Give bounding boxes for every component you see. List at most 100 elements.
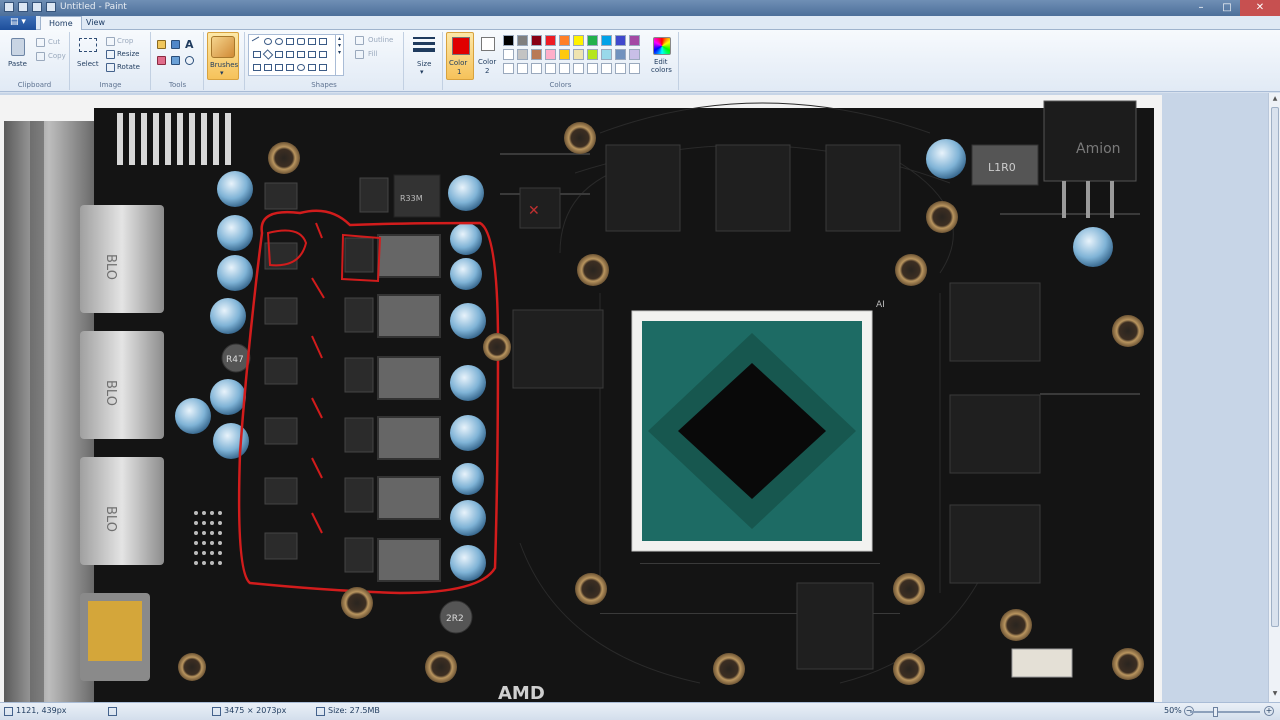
svg-text:BLO: BLO	[103, 506, 118, 532]
shapes-group-label: Shapes	[311, 81, 337, 89]
cut-button[interactable]: Cut	[48, 38, 60, 46]
size-chevron-icon: ▾	[420, 68, 424, 76]
tab-home[interactable]: Home	[40, 16, 82, 30]
minimize-button[interactable]: –	[1188, 0, 1214, 16]
cut-icon[interactable]	[36, 38, 45, 47]
copy-icon[interactable]	[36, 52, 45, 61]
select-button[interactable]: Select	[77, 60, 99, 68]
right-arrow-shape-icon[interactable]	[297, 51, 305, 58]
fill-icon[interactable]	[171, 40, 180, 49]
color-picker-icon[interactable]	[171, 56, 180, 65]
colors-group-label: Colors	[549, 81, 572, 89]
file-size-icon	[316, 707, 325, 716]
image-dimensions-icon	[212, 707, 221, 716]
zoom-in-button[interactable]: +	[1264, 706, 1274, 716]
canvas-area[interactable]: BLO BLO BLO R33M R47 ✕ Amion L1R0 2R2 AM…	[0, 93, 1268, 702]
cloud-callout-shape-icon[interactable]	[297, 64, 305, 71]
crop-icon[interactable]	[106, 37, 115, 46]
select-icon[interactable]	[79, 38, 97, 52]
cursor-position: 1121, 439px	[16, 706, 67, 715]
cursor-position-icon	[4, 707, 13, 716]
vertical-scrollbar[interactable]: ▲ ▼	[1268, 93, 1280, 702]
copy-button[interactable]: Copy	[48, 52, 66, 60]
window-controls: – □ ✕	[1188, 0, 1280, 16]
svg-text:✕: ✕	[528, 203, 540, 219]
magnifier-icon[interactable]	[185, 56, 194, 65]
line-shape-icon[interactable]	[251, 36, 263, 47]
eraser-icon[interactable]	[157, 56, 166, 65]
close-button[interactable]: ✕	[1240, 0, 1280, 16]
rotate-icon[interactable]	[106, 63, 115, 72]
star-shape-icon[interactable]	[264, 64, 272, 71]
quick-access-toolbar	[4, 2, 56, 12]
fill-shape-icon[interactable]	[355, 50, 364, 59]
svg-text:R33M: R33M	[400, 194, 423, 203]
window-title: Untitled - Paint	[60, 2, 127, 12]
rounded-rectangle-shape-icon[interactable]	[297, 38, 305, 45]
triangle-shape-icon[interactable]	[319, 38, 327, 45]
selection-size-icon	[108, 707, 117, 716]
lightning-shape-icon[interactable]	[319, 64, 327, 71]
zoom-level: 50%	[1164, 706, 1182, 715]
displayport-2	[80, 331, 164, 439]
zoom-slider-thumb[interactable]	[1213, 707, 1218, 717]
paste-icon[interactable]	[11, 38, 25, 56]
fill-button[interactable]: Fill	[368, 50, 377, 58]
image-group: Select Crop Resize Rotate Image	[71, 32, 151, 90]
app-icon[interactable]	[4, 2, 14, 12]
down-arrow-shape-icon[interactable]	[253, 64, 261, 71]
crop-button[interactable]: Crop	[117, 37, 133, 45]
pcb-image[interactable]: BLO BLO BLO R33M R47 ✕ Amion L1R0 2R2 AM…	[0, 93, 1268, 702]
displayport-1	[80, 205, 164, 313]
resize-icon[interactable]	[106, 50, 115, 59]
resize-button[interactable]: Resize	[117, 50, 139, 58]
ribbon-tabs: ▤ ▾ Home View	[0, 16, 1280, 30]
svg-text:AI: AI	[876, 300, 885, 310]
callout-shape-icon[interactable]	[286, 64, 294, 71]
tab-view[interactable]: View	[78, 16, 113, 30]
zoom-slider-track[interactable]	[1190, 711, 1260, 713]
svg-text:R47: R47	[226, 355, 244, 365]
polygon-shape-icon[interactable]	[308, 38, 316, 45]
heart-shape-icon[interactable]	[308, 64, 316, 71]
left-arrow-shape-icon[interactable]	[308, 51, 316, 58]
status-bar: 1121, 439px 3475 × 2073px Size: 27.5MB 5…	[0, 702, 1280, 720]
size-group[interactable]: Size ▾	[405, 32, 443, 90]
svg-text:BLO: BLO	[103, 380, 118, 406]
shapes-gallery[interactable]: ▴ ▾ ▾	[248, 34, 344, 76]
shapes-scroll[interactable]: ▴ ▾ ▾	[335, 35, 343, 75]
svg-text:AMD: AMD	[498, 683, 545, 702]
pentagon-shape-icon[interactable]	[275, 51, 283, 58]
image-group-label: Image	[99, 81, 122, 89]
rectangle-shape-icon[interactable]	[286, 38, 294, 45]
scroll-down-icon[interactable]: ▼	[1271, 690, 1279, 700]
brushes-button[interactable]: Brushes ▾	[207, 32, 239, 80]
up-arrow-shape-icon[interactable]	[319, 51, 327, 58]
tools-group: A Tools	[152, 32, 204, 90]
clipboard-group: Paste Cut Copy Clipboard	[0, 32, 70, 90]
hexagon-shape-icon[interactable]	[286, 51, 294, 58]
scrollbar-thumb[interactable]	[1271, 107, 1279, 627]
redo-icon[interactable]	[46, 2, 56, 12]
oval-shape-icon[interactable]	[275, 38, 283, 45]
file-menu-button[interactable]: ▤ ▾	[0, 16, 36, 30]
outline-icon[interactable]	[355, 36, 364, 45]
diamond-shape-icon[interactable]	[262, 49, 274, 60]
right-triangle-shape-icon[interactable]	[253, 51, 261, 58]
rotate-button[interactable]: Rotate	[117, 63, 140, 71]
save-icon[interactable]	[18, 2, 28, 12]
paste-button[interactable]: Paste	[8, 60, 27, 68]
tools-group-label: Tools	[168, 81, 187, 89]
maximize-button[interactable]: □	[1214, 0, 1240, 16]
svg-text:L1R0: L1R0	[988, 161, 1016, 174]
svg-text:Amion: Amion	[1076, 141, 1121, 157]
text-icon[interactable]: A	[185, 38, 194, 51]
undo-icon[interactable]	[32, 2, 42, 12]
pencil-icon[interactable]	[157, 40, 166, 49]
outline-button[interactable]: Outline	[368, 36, 393, 44]
scroll-up-icon[interactable]: ▲	[1271, 95, 1279, 105]
displayport-3	[80, 457, 164, 565]
svg-text:BLO: BLO	[103, 254, 118, 280]
curve-shape-icon[interactable]	[264, 38, 272, 45]
star6-shape-icon[interactable]	[275, 64, 283, 71]
